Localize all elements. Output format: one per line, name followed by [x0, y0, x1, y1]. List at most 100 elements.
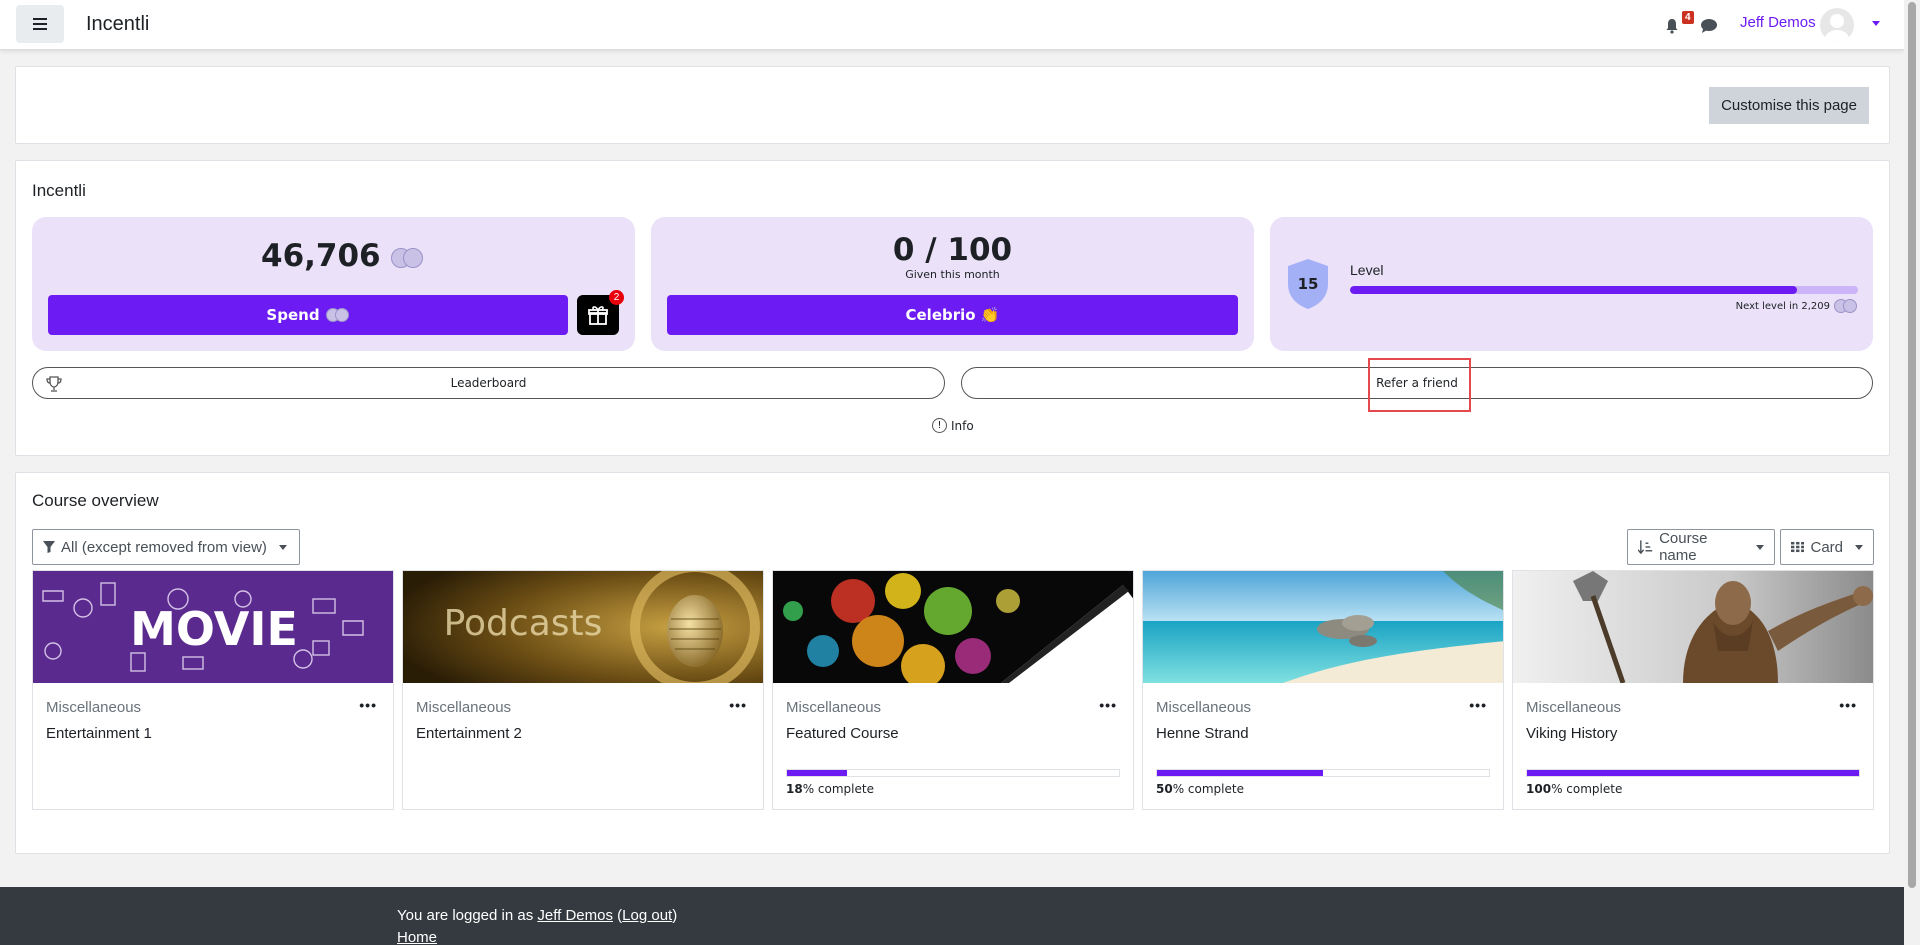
grid-icon [1791, 541, 1805, 553]
course-image-podcasts[interactable]: Podcasts [403, 571, 763, 683]
course-card[interactable]: Miscellaneous Viking History ••• 100% co… [1512, 570, 1874, 810]
course-category: Miscellaneous [786, 699, 882, 716]
course-view-dropdown[interactable]: Card [1780, 529, 1874, 565]
course-category: Miscellaneous [1526, 699, 1622, 716]
course-progress-suffix: % complete [1172, 782, 1244, 796]
course-sort-dropdown[interactable]: Course name [1627, 529, 1775, 565]
chevron-down-icon [278, 544, 287, 550]
coin-icon [325, 307, 350, 323]
level-number: 15 [1297, 275, 1319, 293]
points-balance: 46,706 [261, 238, 425, 274]
highlight-annotation [1368, 358, 1471, 412]
site-brand[interactable]: Incentli [86, 13, 149, 36]
course-actions-menu[interactable]: ••• [1469, 697, 1487, 713]
points-value: 46,706 [261, 238, 381, 274]
course-name[interactable]: Entertainment 1 [46, 725, 152, 742]
course-card[interactable]: Miscellaneous Featured Course ••• 18% co… [772, 570, 1134, 810]
info-label: Info [951, 418, 974, 433]
course-progress-text: 50% complete [1156, 782, 1244, 796]
trophy-icon [46, 376, 62, 392]
filter-label: All (except removed from view) [61, 538, 267, 556]
course-name[interactable]: Featured Course [786, 725, 899, 742]
info-link[interactable]: ! Info [932, 418, 974, 433]
level-progress-fill [1350, 286, 1798, 294]
course-progress-bar [786, 769, 1120, 777]
course-progress-suffix: % complete [802, 782, 874, 796]
scrollbar-thumb[interactable] [1908, 2, 1916, 888]
user-menu-name[interactable]: Jeff Demos [1740, 14, 1816, 31]
menu-toggle-button[interactable] [16, 5, 64, 43]
level-progress-bar [1350, 286, 1858, 294]
footer-user-link[interactable]: Jeff Demos [537, 907, 613, 924]
course-name[interactable]: Henne Strand [1156, 725, 1249, 742]
course-image-viking[interactable] [1513, 571, 1873, 683]
given-label: Given this month [905, 268, 1000, 281]
navbar: Incentli 4 Jeff Demos [0, 0, 1904, 50]
level-panel [1270, 217, 1873, 351]
login-prefix: You are logged in as [397, 907, 538, 924]
course-progress-fill [1527, 770, 1859, 776]
filter-icon [43, 541, 55, 553]
footer-home-link[interactable]: Home [397, 929, 437, 945]
course-progress-fill [1157, 770, 1323, 776]
podcasts-banner-image: Podcasts [403, 571, 763, 683]
user-avatar-icon [1825, 14, 1849, 42]
course-progress-fill [787, 770, 847, 776]
course-card[interactable]: MOVIE Miscellaneous Entertainment 1 ••• [32, 570, 394, 810]
leaderboard-button[interactable]: Leaderboard [32, 367, 945, 399]
notification-count-badge: 4 [1682, 11, 1694, 24]
level-label: Level [1350, 262, 1384, 278]
course-name[interactable]: Viking History [1526, 725, 1617, 742]
chevron-down-icon [1855, 544, 1863, 550]
spend-button[interactable]: Spend [48, 295, 568, 335]
celebrio-button[interactable]: Celebrio 👏 [667, 295, 1238, 335]
logout-link[interactable]: Log out [622, 907, 672, 924]
sort-label: Course name [1659, 530, 1708, 564]
podcasts-image-text: Podcasts [444, 603, 603, 644]
chevron-down-icon[interactable] [1872, 21, 1880, 26]
view-label: Card [1810, 538, 1843, 556]
course-actions-menu[interactable]: ••• [729, 697, 747, 713]
gift-icon [588, 306, 608, 325]
gift-count-badge: 2 [609, 290, 624, 305]
course-image-movie[interactable]: MOVIE [33, 571, 393, 683]
course-progress-text: 18% complete [786, 782, 874, 796]
course-filter-dropdown[interactable]: All (except removed from view) [32, 529, 300, 565]
bell-icon[interactable] [1664, 18, 1680, 34]
course-progress-suffix: % complete [1551, 782, 1623, 796]
course-actions-menu[interactable]: ••• [359, 697, 377, 713]
course-progress-bar [1526, 769, 1860, 777]
spend-label: Spend [266, 306, 320, 324]
course-actions-menu[interactable]: ••• [1839, 697, 1857, 713]
page-header-card: Customise this page [15, 66, 1890, 144]
course-image-featured[interactable] [773, 571, 1133, 683]
course-category: Miscellaneous [416, 699, 512, 716]
beach-banner-image [1143, 571, 1503, 683]
course-card[interactable]: Podcasts Miscellaneous Entertainment 2 •… [402, 570, 764, 810]
page-footer: You are logged in as Jeff Demos (Log out… [0, 887, 1904, 945]
course-name[interactable]: Entertainment 2 [416, 725, 522, 742]
course-card[interactable]: Miscellaneous Henne Strand ••• 50% compl… [1142, 570, 1504, 810]
customise-page-button[interactable]: Customise this page [1709, 87, 1869, 124]
block-title: Incentli [32, 181, 86, 200]
course-category: Miscellaneous [46, 699, 142, 716]
given-value: 0 / 100 [892, 232, 1013, 268]
coin-icon [1834, 298, 1858, 314]
info-icon: ! [932, 418, 947, 433]
course-progress-value: 100 [1526, 782, 1552, 796]
chat-icon[interactable] [1700, 18, 1718, 34]
page-scrollbar[interactable] [1904, 0, 1920, 945]
coin-icon [391, 246, 425, 270]
featured-banner-image [773, 571, 1133, 683]
course-actions-menu[interactable]: ••• [1099, 697, 1117, 713]
course-progress-value: 50 [1156, 782, 1173, 796]
course-progress-value: 18 [786, 782, 803, 796]
chevron-down-icon [1756, 544, 1764, 550]
course-image-henne-strand[interactable] [1143, 571, 1503, 683]
avatar[interactable] [1820, 8, 1854, 42]
course-progress-text: 100% complete [1526, 782, 1622, 796]
next-level-info: Next level in 2,209 [1736, 298, 1858, 314]
movie-image-text: MOVIE [130, 602, 298, 656]
gift-button[interactable]: 2 [577, 290, 624, 335]
course-progress-bar [1156, 769, 1490, 777]
